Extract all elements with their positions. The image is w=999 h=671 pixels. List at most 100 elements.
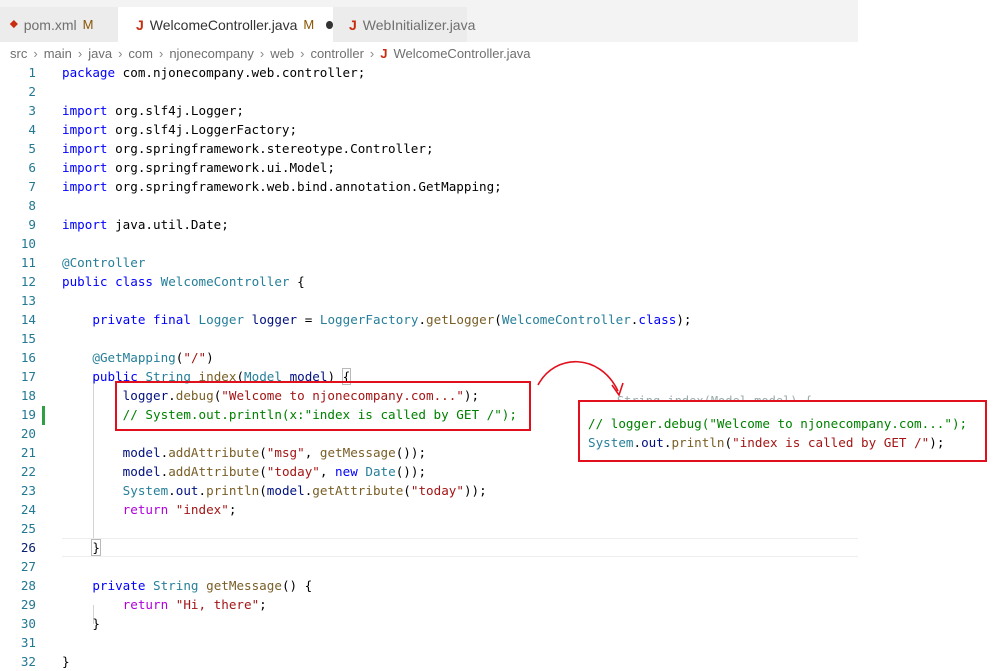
keyword: import (62, 179, 108, 194)
breadcrumb-item[interactable]: com (128, 46, 153, 61)
annotation: GetMapping (99, 350, 176, 365)
variable: model (266, 483, 305, 498)
line-number: 11 (20, 255, 36, 270)
keyword: import (62, 141, 108, 156)
type-name: Date (365, 464, 396, 479)
line-number: 32 (20, 654, 36, 669)
line-number: 21 (20, 445, 36, 460)
code-text: java.util.Date; (107, 217, 229, 232)
maven-icon: ⬥ (10, 18, 18, 30)
breadcrumb-item[interactable]: web (270, 46, 294, 61)
highlight-box-original (115, 381, 531, 431)
annotation-at: @ (62, 255, 70, 270)
line-number: 23 (20, 483, 36, 498)
tab-pom-xml[interactable]: ⬥ pom.xml M (0, 7, 118, 42)
function-name: addAttribute (168, 445, 260, 460)
code-text: org.slf4j.LoggerFactory; (107, 122, 298, 137)
variable: out (175, 483, 199, 498)
line-number: 19 (20, 407, 36, 422)
code-text: ( (403, 483, 411, 498)
code-text: org.springframework.web.bind.annotation.… (107, 179, 502, 194)
chevron-right-icon: › (118, 45, 123, 61)
code-text: } (62, 654, 70, 669)
chevron-right-icon: › (259, 45, 265, 61)
line-number: 17 (20, 369, 36, 384)
function-name: getLogger (426, 312, 495, 327)
keyword: final (153, 312, 191, 327)
line-number: 26 (20, 540, 36, 555)
code-line: 16 @GetMapping("/") (0, 348, 858, 367)
code-line: 24 return "index"; (0, 500, 858, 519)
java-icon: J (136, 16, 144, 33)
string-literal: "index" (175, 502, 229, 517)
breadcrumb-item[interactable]: WelcomeController.java (393, 46, 530, 61)
keyword: return (122, 502, 169, 517)
line-number: 22 (20, 464, 36, 479)
line-number: 10 (20, 236, 36, 251)
line-number: 31 (20, 635, 36, 650)
type-name: String (153, 578, 199, 593)
string-literal: "Hi, there" (175, 597, 260, 612)
code-line: 29 return "Hi, there"; (0, 595, 858, 614)
java-icon: J (349, 16, 357, 33)
tab-welcomecontroller[interactable]: J WelcomeController.java M (118, 7, 333, 42)
tab-webinitializer[interactable]: J WebInitializer.java (333, 7, 475, 42)
code-text: () { (281, 578, 313, 593)
code-line: 2 (0, 82, 858, 101)
breadcrumb-item[interactable]: src (10, 46, 27, 61)
keyword: private (92, 578, 146, 593)
code-text: { (289, 274, 305, 289)
modified-badge: M (303, 17, 315, 32)
highlight-box-modified (578, 400, 987, 462)
code-line: 15 (0, 329, 858, 348)
breadcrumb-item[interactable]: njonecompany (169, 46, 254, 61)
code-text: ()); (395, 464, 427, 479)
keyword: class (638, 312, 677, 327)
code-line: 6 import org.springframework.ui.Model; (0, 158, 858, 177)
line-number: 27 (20, 559, 36, 574)
chevron-right-icon: › (33, 45, 38, 61)
code-line: 26 } (0, 538, 858, 557)
code-text: } (92, 616, 100, 631)
code-line: 27 (0, 557, 858, 576)
line-number: 1 (28, 65, 36, 80)
code-text: ( (494, 312, 502, 327)
line-number: 24 (20, 502, 36, 517)
line-number: 15 (20, 331, 36, 346)
code-text: )); (463, 483, 487, 498)
line-number: 2 (28, 84, 36, 99)
keyword: import (62, 217, 108, 232)
line-number: 30 (20, 616, 36, 631)
type-name: System (122, 483, 169, 498)
code-text: ( (259, 445, 267, 460)
breadcrumb-item[interactable]: main (44, 46, 72, 61)
code-text: , (304, 445, 320, 460)
keyword: new (335, 464, 358, 479)
code-text: com.njonecompany.web.controller; (115, 65, 366, 80)
keyword: return (122, 597, 169, 612)
variable: model (122, 464, 161, 479)
keyword: import (62, 103, 108, 118)
code-text: ); (676, 312, 692, 327)
keyword: package (62, 65, 116, 80)
code-text: org.slf4j.Logger; (107, 103, 244, 118)
code-line: 10 (0, 234, 858, 253)
type-name: WelcomeController (501, 312, 631, 327)
chevron-right-icon: › (369, 45, 375, 61)
code-line: 13 (0, 291, 858, 310)
function-name: getMessage (319, 445, 396, 460)
unsaved-dot-icon[interactable] (326, 20, 333, 29)
code-text: , (319, 464, 336, 479)
chevron-right-icon: › (300, 45, 305, 61)
breadcrumb-item[interactable]: java (88, 46, 112, 61)
annotation-at: @ (92, 350, 100, 365)
chevron-right-icon: › (158, 45, 164, 61)
code-line: 32} (0, 652, 858, 671)
function-name: getAttribute (312, 483, 404, 498)
breadcrumb-item[interactable]: controller (310, 46, 363, 61)
string-literal: "/" (183, 350, 207, 365)
line-number: 3 (28, 103, 36, 118)
code-text: ( (259, 464, 267, 479)
keyword: class (115, 274, 154, 289)
java-icon: J (380, 45, 388, 61)
